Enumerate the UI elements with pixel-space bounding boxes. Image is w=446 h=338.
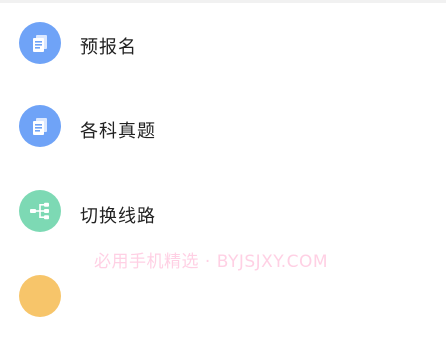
menu-item-label: 预报名 (80, 37, 137, 58)
menu-item-label: 各科真题 (80, 121, 156, 142)
route-switch-icon (19, 190, 61, 232)
item-icon (19, 275, 61, 317)
document-icon (19, 105, 61, 147)
menu-item-past-exams[interactable]: 各科真题 (0, 88, 446, 168)
menu-item-pre-registration[interactable]: 预报名 (0, 3, 446, 83)
menu-list: 预报名 各科真题 切换线路 (0, 0, 446, 317)
document-icon (19, 22, 61, 64)
menu-item-switch-route[interactable]: 切换线路 (0, 173, 446, 253)
menu-item-label: 切换线路 (80, 206, 156, 227)
watermark-text: 必用手机精选 · BYJSJXY.COM (94, 252, 329, 272)
